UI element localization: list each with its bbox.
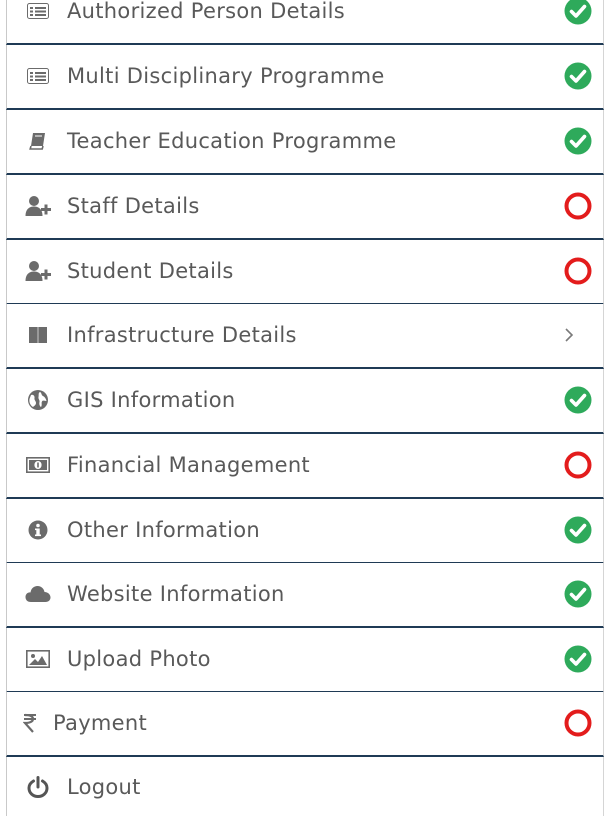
chevron-right-icon[interactable]: [561, 327, 577, 343]
image-icon: [25, 648, 51, 670]
check-circle-icon: [563, 644, 593, 674]
menu-item-label: Staff Details: [67, 194, 200, 219]
check-circle-icon: [563, 126, 593, 156]
check-circle-icon: [563, 385, 593, 415]
menu-item-label: Other Information: [67, 518, 260, 543]
menu-item-logout[interactable]: Logout: [6, 757, 604, 816]
menu-item-label: Authorized Person Details: [67, 0, 346, 24]
info-icon: [25, 519, 51, 541]
menu-item-other-information[interactable]: Other Information: [6, 499, 604, 564]
menu-item-label: Student Details: [67, 259, 234, 284]
menu-item-label: GIS Information: [67, 388, 236, 413]
check-circle-icon: [563, 579, 593, 609]
menu-item-infrastructure-details[interactable]: Infrastructure Details: [6, 304, 604, 369]
add-user-icon: [25, 260, 51, 282]
check-circle-icon: [563, 0, 593, 26]
add-user-icon: [25, 195, 51, 217]
menu-item-website-information[interactable]: Website Information: [6, 563, 604, 628]
menu-item-payment[interactable]: Payment: [6, 692, 604, 757]
menu-item-student-details[interactable]: Student Details: [6, 240, 604, 305]
menu-item-label: Logout: [67, 775, 141, 799]
empty-circle-icon: [563, 191, 593, 221]
menu-item-label: Financial Management: [67, 453, 310, 478]
list-icon: [25, 0, 51, 22]
menu-item-label: Multi Disciplinary Programme: [67, 64, 385, 89]
globe-icon: [25, 389, 51, 411]
money-icon: [25, 454, 51, 476]
empty-circle-icon: [563, 256, 593, 286]
rupee-icon: [21, 712, 39, 734]
list-icon: [25, 65, 51, 87]
menu-item-teacher-education-programme[interactable]: Teacher Education Programme: [6, 110, 604, 175]
cloud-icon: [25, 583, 51, 605]
menu-item-staff-details[interactable]: Staff Details: [6, 175, 604, 240]
menu-item-label: Payment: [53, 711, 148, 736]
menu-item-label: Website Information: [67, 582, 285, 607]
menu-item-multi-disciplinary-programme[interactable]: Multi Disciplinary Programme: [6, 45, 604, 110]
empty-circle-icon: [563, 708, 593, 738]
book-icon: [25, 130, 51, 152]
menu-item-gis-information[interactable]: GIS Information: [6, 369, 604, 434]
sidebar-menu: Authorized Person Details Multi Discipli…: [0, 0, 604, 816]
empty-circle-icon: [563, 450, 593, 480]
menu-item-financial-management[interactable]: Financial Management: [6, 434, 604, 499]
check-circle-icon: [563, 515, 593, 545]
power-icon: [25, 776, 51, 798]
menu-item-label: Infrastructure Details: [67, 323, 297, 348]
building-icon: [25, 324, 51, 346]
check-circle-icon: [563, 61, 593, 91]
menu-item-label: Upload Photo: [67, 647, 211, 672]
menu-item-upload-photo[interactable]: Upload Photo: [6, 628, 604, 693]
menu-item-label: Teacher Education Programme: [67, 129, 397, 154]
menu-item-authorized-person-details[interactable]: Authorized Person Details: [6, 0, 604, 45]
